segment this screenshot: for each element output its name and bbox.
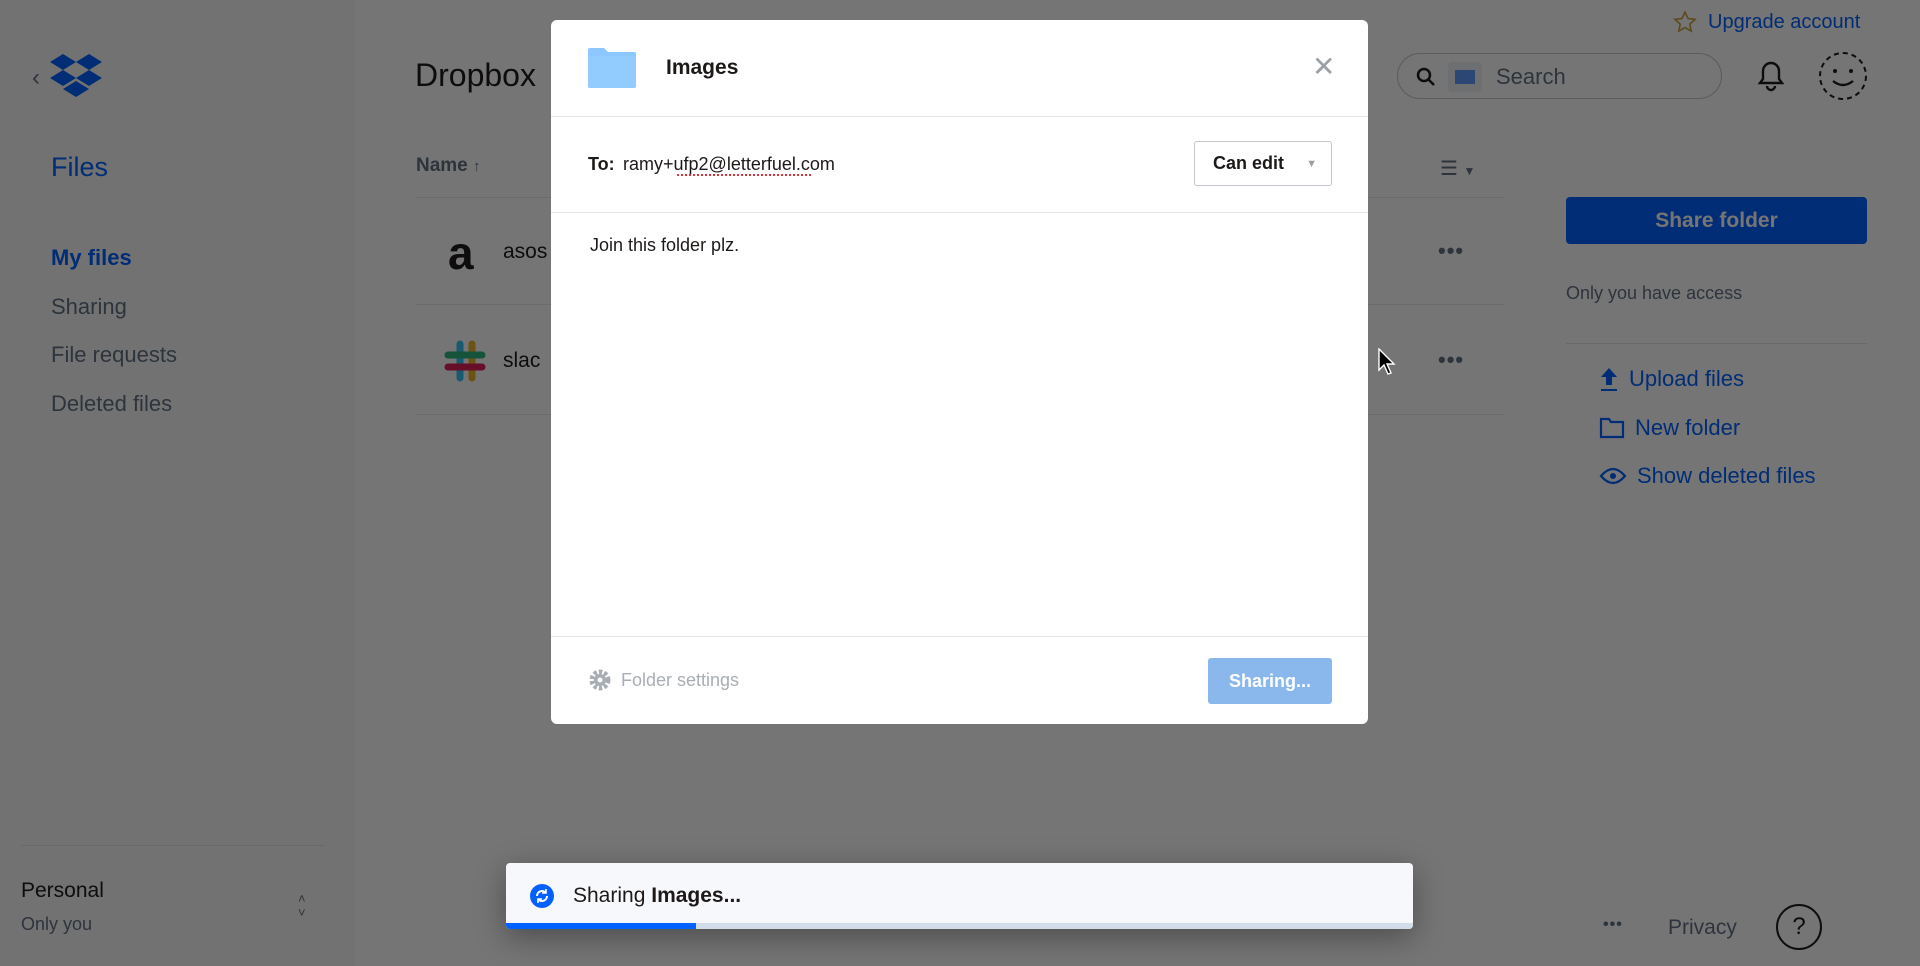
dropbox-logo-icon[interactable] (50, 54, 102, 98)
sharing-submit-button[interactable]: Sharing... (1208, 658, 1332, 704)
gear-icon (589, 669, 611, 691)
share-folder-dialog: Images ✕ To: ramy+ufp2@letterfuel.com Ca… (551, 20, 1368, 724)
bell-icon[interactable] (1757, 60, 1785, 92)
message-textarea[interactable]: Join this folder plz. (581, 235, 1338, 425)
avatar[interactable] (1818, 51, 1868, 101)
to-label: To: (588, 154, 615, 174)
help-button[interactable]: ? (1776, 904, 1822, 950)
star-icon (1673, 10, 1697, 33)
folder-settings-label: Folder settings (621, 669, 740, 690)
progress-track (506, 923, 1413, 929)
upload-icon (1601, 368, 1617, 391)
account-name[interactable]: Personal (21, 879, 104, 903)
sidebar-item-sharing[interactable]: Sharing (51, 294, 127, 320)
account-subtitle: Only you (21, 914, 93, 934)
toast-prefix: Sharing (573, 884, 646, 907)
action-label: Show deleted files (1637, 463, 1816, 488)
share-folder-button[interactable]: Share folder (1566, 197, 1867, 244)
dialog-title: Images (666, 56, 739, 79)
folder-settings-link[interactable]: Folder settings (587, 667, 739, 693)
dialog-footer-divider (551, 636, 1368, 637)
sidebar-item-file-requests[interactable]: File requests (51, 342, 177, 368)
file-name[interactable]: asos (503, 240, 547, 264)
access-text: Only you have access (1566, 283, 1743, 303)
back-chevron-icon[interactable]: ‹ (32, 64, 40, 92)
sidebar-item-my-files[interactable]: My files (51, 245, 132, 271)
sync-icon (530, 884, 554, 908)
sidebar: ‹ Files My files Sharing File requests D… (0, 0, 355, 966)
sidebar-item-deleted-files[interactable]: Deleted files (51, 391, 172, 417)
new-folder-action[interactable]: New folder (1599, 415, 1740, 441)
show-deleted-files-action[interactable]: Show deleted files (1599, 463, 1816, 489)
spellcheck-underline (677, 174, 811, 176)
search-placeholder: Search (1496, 64, 1566, 89)
toast-suffix: ... (723, 884, 742, 907)
permission-dropdown[interactable]: Can edit ▼ (1194, 141, 1332, 186)
upload-files-action[interactable]: Upload files (1599, 366, 1744, 392)
sidebar-section-files[interactable]: Files (51, 152, 108, 183)
footer-more-button[interactable]: ••• (1603, 916, 1623, 934)
privacy-link[interactable]: Privacy (1668, 916, 1737, 940)
sidebar-divider (21, 845, 325, 846)
sharing-progress-toast: Sharing Images... (506, 863, 1413, 929)
right-panel-divider (1566, 343, 1867, 344)
search-icon (1416, 67, 1435, 86)
recipient-input[interactable]: ramy+ufp2@letterfuel.com (623, 154, 835, 175)
close-icon[interactable]: ✕ (1312, 50, 1335, 83)
folder-icon (1599, 417, 1625, 439)
column-name-label: Name (416, 155, 468, 176)
file-icon-slack (444, 340, 486, 382)
action-label: New folder (1635, 415, 1741, 440)
sort-name-header[interactable]: Name ↑ (416, 155, 481, 177)
mouse-cursor-icon (1378, 348, 1396, 375)
folder-icon (588, 48, 636, 88)
row-more-button[interactable]: ••• (1438, 238, 1464, 264)
toast-message: Sharing Images... (573, 884, 741, 908)
message-text: Join this folder plz. (590, 235, 740, 255)
file-name[interactable]: slac (503, 349, 540, 373)
dialog-header-divider (551, 116, 1368, 117)
folder-scope-icon[interactable] (1448, 62, 1482, 92)
action-label: Upload files (1629, 366, 1744, 391)
sort-arrow-up-icon: ↑ (473, 158, 481, 175)
eye-icon (1599, 467, 1627, 485)
dialog-divider (551, 212, 1368, 213)
caret-down-icon: ▼ (1306, 158, 1317, 170)
search-input[interactable]: Search (1397, 53, 1722, 99)
row-more-button[interactable]: ••• (1438, 347, 1464, 373)
caret-down-icon: ▼ (1463, 164, 1476, 178)
progress-fill (506, 923, 697, 929)
toast-item: Images (651, 884, 724, 907)
file-icon-asos: a (448, 227, 474, 279)
page-title: Dropbox (415, 57, 536, 93)
list-view-toggle[interactable]: ☰ ▼ (1440, 156, 1475, 181)
account-switcher-chevrons-icon[interactable]: ˄ ˅ (298, 892, 306, 920)
upgrade-account-link[interactable]: Upgrade account (1708, 11, 1860, 34)
permission-value: Can edit (1213, 153, 1285, 173)
